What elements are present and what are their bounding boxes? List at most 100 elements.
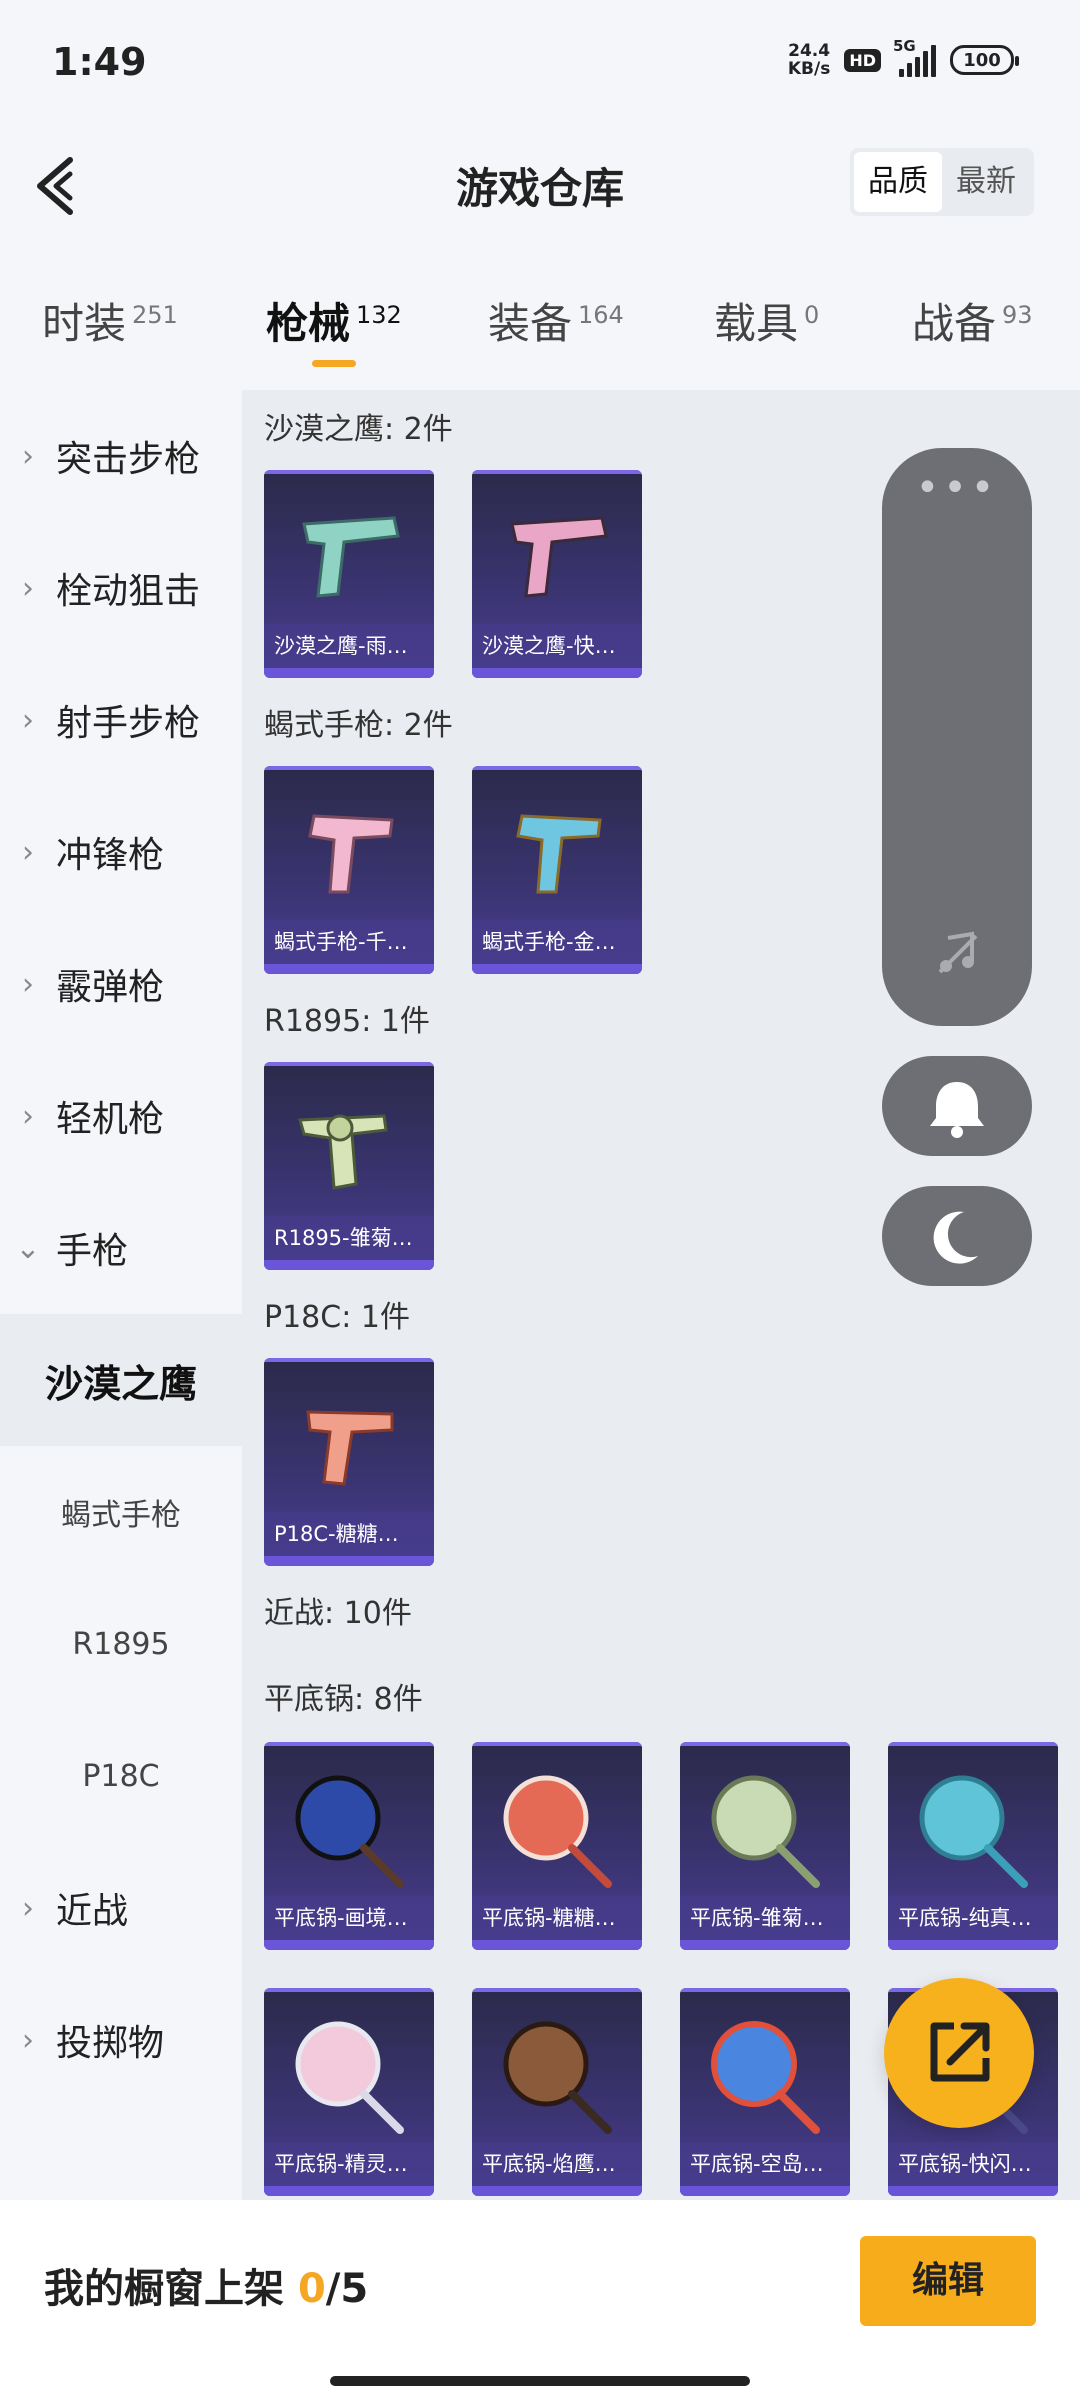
battery-level: 100 bbox=[963, 49, 1001, 71]
sidebar-item-bolt-sniper[interactable]: › 栓动狙击 bbox=[0, 522, 242, 654]
frying-pan-icon bbox=[295, 2021, 404, 2134]
item-card[interactable]: R1895-雏菊… bbox=[264, 1062, 434, 1270]
net-speed-value: 24.4 bbox=[788, 41, 831, 61]
chevron-right-icon: › bbox=[22, 1098, 34, 1134]
item-label: 平底锅-快闪… bbox=[888, 2142, 1058, 2186]
tab-outfits[interactable]: 时装 251 bbox=[42, 290, 178, 351]
chevron-right-icon: › bbox=[22, 966, 34, 1002]
sort-quality-button[interactable]: 品质 bbox=[854, 152, 942, 212]
chevron-right-icon: › bbox=[22, 570, 34, 606]
sidebar-item-melee[interactable]: › 近战 bbox=[0, 1842, 242, 1974]
group-title: P18C: 1件 bbox=[264, 1300, 410, 1335]
category-tabs: 时装 251 枪械 132 装备 164 载具 0 战备 93 bbox=[0, 280, 1080, 390]
network-type: 5G bbox=[893, 37, 916, 55]
revolver-icon bbox=[298, 1114, 388, 1190]
more-dots-icon[interactable]: ••• bbox=[882, 468, 1032, 508]
smg-pistol-icon bbox=[516, 814, 602, 894]
group-title: 平底锅: 8件 bbox=[264, 1682, 423, 1717]
frying-pan-icon bbox=[711, 1775, 820, 1888]
chevron-right-icon: › bbox=[22, 834, 34, 870]
sidebar-item-assault-rifle[interactable]: › 突击步枪 bbox=[0, 390, 242, 522]
sidebar-item-shotgun[interactable]: › 霰弹枪 bbox=[0, 918, 242, 1050]
item-label: 平底锅-精灵… bbox=[264, 2142, 434, 2186]
share-external-icon bbox=[930, 2022, 990, 2082]
floating-panel[interactable]: ••• bbox=[882, 448, 1032, 1026]
sidebar-sub-p18c[interactable]: P18C bbox=[0, 1710, 242, 1842]
battery-icon: 100 bbox=[950, 45, 1019, 75]
group-title: R1895: 1件 bbox=[264, 1004, 430, 1039]
frying-pan-icon bbox=[295, 1775, 404, 1888]
item-label: 蝎式手枪-千… bbox=[264, 920, 434, 964]
sidebar-item-throwables[interactable]: › 投掷物 bbox=[0, 1974, 242, 2106]
tab-guns[interactable]: 枪械 132 bbox=[266, 290, 402, 351]
pistol-icon bbox=[302, 516, 400, 598]
sidebar-item-smg[interactable]: › 冲锋枪 bbox=[0, 786, 242, 918]
item-label: 沙漠之鹰-快… bbox=[472, 624, 642, 668]
frying-pan-icon bbox=[919, 1775, 1028, 1888]
chevron-right-icon: › bbox=[22, 702, 34, 738]
item-card[interactable]: 平底锅-雏菊… bbox=[680, 1742, 850, 1950]
item-card[interactable]: 沙漠之鹰-快… bbox=[472, 470, 642, 678]
moon-icon bbox=[933, 1211, 978, 1264]
sidebar-item-lmg[interactable]: › 轻机枪 bbox=[0, 1050, 242, 1182]
sidebar-item-pistol[interactable]: ⌄ 手枪 bbox=[0, 1182, 242, 1314]
item-card[interactable]: 平底锅-纯真… bbox=[888, 1742, 1058, 1950]
status-icons: 24.4 KB/s HD 5G 100 bbox=[788, 37, 1019, 78]
tab-vehicles[interactable]: 载具 0 bbox=[714, 290, 819, 351]
home-indicator[interactable] bbox=[330, 2376, 750, 2386]
header: 游戏仓库 品质 最新 bbox=[0, 130, 1080, 240]
shelf-total: /5 bbox=[325, 2266, 369, 2312]
status-bar: 1:49 24.4 KB/s HD 5G 100 bbox=[0, 0, 1080, 130]
notification-button[interactable] bbox=[882, 1056, 1032, 1156]
share-button[interactable] bbox=[884, 1978, 1034, 2128]
item-label: 平底锅-糖糖… bbox=[472, 1896, 642, 1940]
item-card[interactable]: 蝎式手枪-金… bbox=[472, 766, 642, 974]
item-card[interactable]: 沙漠之鹰-雨… bbox=[264, 470, 434, 678]
frying-pan-icon bbox=[503, 1775, 612, 1888]
bell-icon bbox=[930, 1082, 984, 1138]
sidebar-sub-r1895[interactable]: R1895 bbox=[0, 1578, 242, 1710]
sort-newest-button[interactable]: 最新 bbox=[942, 152, 1030, 212]
item-card[interactable]: 平底锅-精灵… bbox=[264, 1988, 434, 2196]
shelf-status: 我的橱窗上架 0/5 bbox=[44, 2256, 368, 2314]
item-card[interactable]: 平底锅-空岛… bbox=[680, 1988, 850, 2196]
shelf-used-count: 0 bbox=[297, 2266, 326, 2312]
sidebar-sub-deagle[interactable]: 沙漠之鹰 bbox=[0, 1314, 242, 1446]
net-speed: 24.4 KB/s bbox=[788, 42, 830, 78]
sidebar: › 突击步枪 › 栓动狙击 › 射手步枪 › 冲锋枪 › 霰弹枪 › 轻机枪 ⌄ 手枪 沙漠之… bbox=[0, 390, 242, 2200]
net-speed-unit: KB/s bbox=[787, 59, 831, 79]
frying-pan-icon bbox=[503, 2021, 612, 2134]
item-label: R1895-雏菊… bbox=[264, 1216, 434, 1260]
active-tab-indicator bbox=[312, 360, 356, 367]
item-label: 平底锅-雏菊… bbox=[680, 1896, 850, 1940]
status-time: 1:49 bbox=[52, 40, 147, 84]
chevron-right-icon: › bbox=[22, 438, 34, 474]
item-card[interactable]: 蝎式手枪-千… bbox=[264, 766, 434, 974]
sidebar-item-marksman-rifle[interactable]: › 射手步枪 bbox=[0, 654, 242, 786]
dark-mode-button[interactable] bbox=[882, 1186, 1032, 1286]
item-label: 平底锅-纯真… bbox=[888, 1896, 1058, 1940]
bottom-bar: 我的橱窗上架 0/5 编辑 bbox=[0, 2200, 1080, 2400]
item-card[interactable]: P18C-糖糖… bbox=[264, 1358, 434, 1566]
group-title: 沙漠之鹰: 2件 bbox=[264, 412, 453, 447]
edit-button[interactable]: 编辑 bbox=[860, 2236, 1036, 2326]
chevron-right-icon: › bbox=[22, 2022, 34, 2058]
item-label: 蝎式手枪-金… bbox=[472, 920, 642, 964]
chevron-down-icon: ⌄ bbox=[15, 1230, 41, 1266]
music-off-icon[interactable] bbox=[932, 928, 982, 978]
pistol-icon bbox=[306, 1410, 394, 1486]
tab-equipment[interactable]: 装备 164 bbox=[488, 290, 624, 351]
item-label: 平底锅-空岛… bbox=[680, 2142, 850, 2186]
item-card[interactable]: 平底锅-糖糖… bbox=[472, 1742, 642, 1950]
item-card[interactable]: 平底锅-画境… bbox=[264, 1742, 434, 1950]
sort-toggle: 品质 最新 bbox=[850, 148, 1034, 216]
chevron-right-icon: › bbox=[22, 1890, 34, 1926]
smg-pistol-icon bbox=[308, 814, 394, 894]
item-card[interactable]: 平底锅-焰鹰… bbox=[472, 1988, 642, 2196]
sidebar-sub-skorpion[interactable]: 蝎式手枪 bbox=[0, 1446, 242, 1578]
shelf-label: 我的橱窗上架 bbox=[44, 2266, 284, 2312]
group-title: 蝎式手枪: 2件 bbox=[264, 708, 453, 743]
group-title: 近战: 10件 bbox=[264, 1596, 412, 1631]
pistol-icon bbox=[510, 516, 608, 598]
tab-supplies[interactable]: 战备 93 bbox=[912, 290, 1033, 351]
